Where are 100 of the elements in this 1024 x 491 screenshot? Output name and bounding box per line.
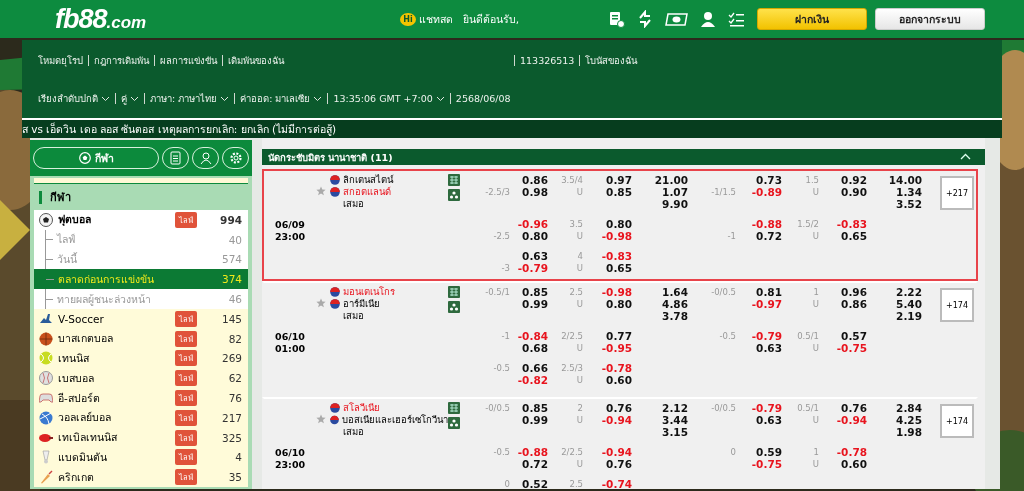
- odds-value[interactable]: 0.81: [740, 286, 782, 298]
- scoreboard-icon[interactable]: [448, 402, 460, 414]
- logout-button[interactable]: ออกจากระบบ: [875, 8, 985, 30]
- odds-value[interactable]: 1.64: [632, 286, 688, 298]
- document-icon[interactable]: [609, 10, 625, 28]
- odds-value[interactable]: 2.12: [632, 402, 688, 414]
- odds-value[interactable]: 0.76: [588, 458, 632, 470]
- chevron-down-icon[interactable]: [220, 95, 230, 102]
- odds-value[interactable]: 0.86: [824, 298, 867, 310]
- scoreboard-icon[interactable]: [448, 286, 460, 298]
- odds-value[interactable]: 0.92: [824, 174, 867, 186]
- odds-value[interactable]: 0.98: [514, 186, 548, 198]
- odds-value[interactable]: 4.25: [867, 414, 922, 426]
- odds-value[interactable]: -0.83: [588, 250, 632, 262]
- cash-icon[interactable]: [665, 10, 688, 28]
- odds-value[interactable]: 0.85: [588, 186, 632, 198]
- odds-value[interactable]: 0.77: [588, 330, 632, 342]
- setting-label[interactable]: 13:35:06 GMT +7:00: [333, 93, 433, 104]
- odds-value[interactable]: 0.68: [514, 342, 548, 354]
- scoreboard-icon[interactable]: [448, 174, 460, 186]
- nav-link[interactable]: โบนัสของฉัน: [579, 55, 643, 66]
- odds-value[interactable]: 1.34: [867, 186, 922, 198]
- checklist-icon[interactable]: [728, 10, 745, 28]
- odds-value[interactable]: 14.00: [867, 174, 922, 186]
- odds-value[interactable]: 2.19: [867, 310, 922, 322]
- odds-value[interactable]: -0.98: [588, 230, 632, 242]
- chat-badge[interactable]: Hi: [400, 12, 416, 26]
- setting-label[interactable]: 2568/06/08: [455, 93, 511, 104]
- nav-link[interactable]: โหมดยุโรป: [38, 55, 88, 66]
- odds-value[interactable]: -0.88: [740, 218, 782, 230]
- odds-value[interactable]: 0.80: [514, 230, 548, 242]
- odds-value[interactable]: -0.79: [740, 402, 782, 414]
- setting-label[interactable]: เรียงลำดับปกติ: [38, 93, 98, 104]
- odds-value[interactable]: 0.63: [740, 342, 782, 354]
- chevron-down-icon[interactable]: [101, 95, 110, 102]
- odds-value[interactable]: 0.99: [514, 414, 548, 426]
- more-bets-button[interactable]: +217: [940, 176, 974, 210]
- nav-link[interactable]: เดิมพันของฉัน: [222, 55, 289, 66]
- odds-value[interactable]: -0.84: [514, 330, 548, 342]
- odds-value[interactable]: 5.40: [867, 298, 922, 310]
- chevron-down-icon[interactable]: [313, 95, 323, 102]
- nav-link[interactable]: 113326513: [514, 55, 580, 66]
- setting-label[interactable]: คู่: [121, 93, 127, 104]
- odds-value[interactable]: -0.98: [588, 286, 632, 298]
- chevron-down-icon[interactable]: [435, 95, 445, 102]
- deposit-button[interactable]: ฝากเงิน: [757, 8, 867, 30]
- odds-value[interactable]: -0.75: [824, 342, 867, 354]
- odds-value[interactable]: 3.44: [632, 414, 688, 426]
- odds-value[interactable]: 0.86: [514, 174, 548, 186]
- odds-value[interactable]: -0.97: [740, 298, 782, 310]
- more-bets-button[interactable]: +174: [940, 288, 974, 322]
- arrows-icon[interactable]: [637, 10, 653, 28]
- setting-label[interactable]: ภาษา: ภาษาไทย: [150, 93, 218, 104]
- nav-link[interactable]: ผลการแข่งขัน: [154, 55, 222, 66]
- odds-value[interactable]: 0.76: [824, 402, 867, 414]
- person-icon[interactable]: [700, 10, 716, 28]
- chevron-down-icon[interactable]: [130, 95, 139, 102]
- odds-value[interactable]: 21.00: [632, 174, 688, 186]
- odds-value[interactable]: 0.63: [514, 250, 548, 262]
- odds-value[interactable]: 0.65: [588, 262, 632, 274]
- odds-value[interactable]: -0.94: [588, 414, 632, 426]
- odds-value[interactable]: 0.60: [824, 458, 867, 470]
- odds-value[interactable]: -0.78: [588, 362, 632, 374]
- odds-value[interactable]: 0.96: [824, 286, 867, 298]
- odds-value[interactable]: 0.63: [740, 414, 782, 426]
- star-icon[interactable]: [316, 298, 326, 308]
- odds-value[interactable]: 0.65: [824, 230, 867, 242]
- star-icon[interactable]: [316, 414, 326, 424]
- odds-value[interactable]: 0.59: [740, 446, 782, 458]
- odds-value[interactable]: 0.60: [588, 374, 632, 386]
- sub-item[interactable]: ตลาดก่อนการแข่งขัน 374: [34, 269, 248, 290]
- odds-value[interactable]: -0.94: [824, 414, 867, 426]
- odds-value[interactable]: 0.99: [514, 298, 548, 310]
- odds-value[interactable]: 0.97: [588, 174, 632, 186]
- odds-value[interactable]: 2.22: [867, 286, 922, 298]
- odds-value[interactable]: 0.72: [740, 230, 782, 242]
- nav-link[interactable]: กฎการเดิมพัน: [88, 55, 154, 66]
- people-icon[interactable]: [448, 301, 460, 313]
- odds-value[interactable]: 0.57: [824, 330, 867, 342]
- odds-value[interactable]: 0.73: [740, 174, 782, 186]
- odds-value[interactable]: -0.82: [514, 374, 548, 386]
- odds-value[interactable]: -0.79: [514, 262, 548, 274]
- odds-value[interactable]: 3.15: [632, 426, 688, 438]
- odds-value[interactable]: 4.86: [632, 298, 688, 310]
- odds-value[interactable]: -0.96: [514, 218, 548, 230]
- logo[interactable]: fb88.com: [55, 3, 147, 35]
- odds-value[interactable]: -0.74: [588, 478, 632, 489]
- odds-value[interactable]: -0.88: [514, 446, 548, 458]
- odds-value[interactable]: 1.07: [632, 186, 688, 198]
- more-bets-button[interactable]: +174: [940, 404, 974, 438]
- people-icon[interactable]: [448, 417, 460, 429]
- odds-value[interactable]: 0.80: [588, 218, 632, 230]
- odds-value[interactable]: -0.89: [740, 186, 782, 198]
- people-icon[interactable]: [448, 189, 460, 201]
- odds-value[interactable]: 0.85: [514, 402, 548, 414]
- odds-value[interactable]: 0.52: [514, 478, 548, 489]
- odds-value[interactable]: 0.85: [514, 286, 548, 298]
- odds-value[interactable]: -0.94: [588, 446, 632, 458]
- odds-value[interactable]: 0.90: [824, 186, 867, 198]
- odds-value[interactable]: -0.95: [588, 342, 632, 354]
